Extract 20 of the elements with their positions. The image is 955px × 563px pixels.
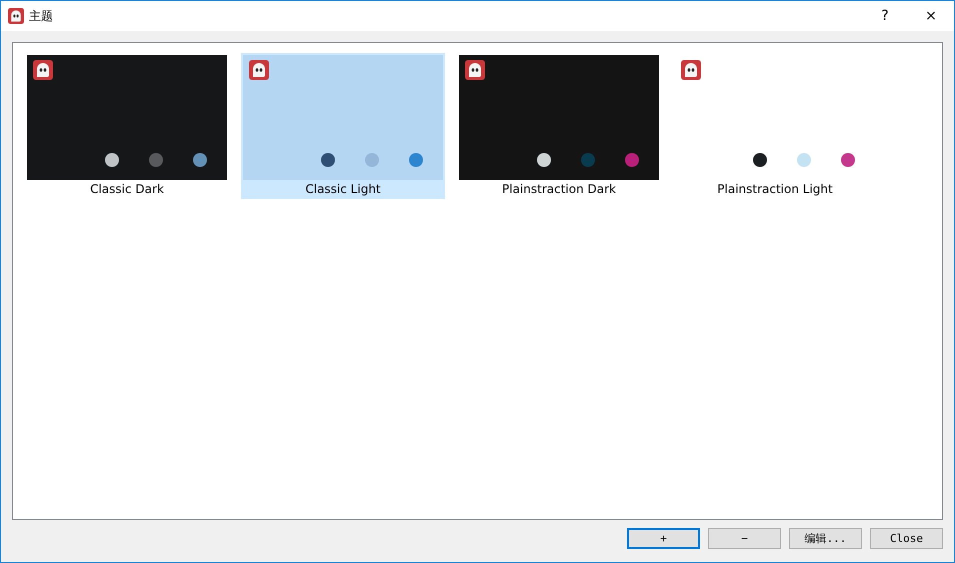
close-button[interactable]: × bbox=[908, 1, 954, 31]
window-title: 主题 bbox=[29, 8, 53, 24]
ghost-icon bbox=[8, 8, 24, 24]
ghost-icon bbox=[33, 60, 53, 80]
theme-item[interactable]: Plainstraction Light bbox=[673, 53, 877, 199]
dialog-button[interactable]: 编辑... bbox=[789, 528, 862, 549]
ghost-icon bbox=[681, 60, 701, 80]
theme-name: Classic Dark bbox=[89, 181, 165, 198]
theme-name: Plainstraction Light bbox=[716, 181, 834, 198]
ghost-icon bbox=[249, 60, 269, 80]
theme-item[interactable]: Classic Dark bbox=[25, 53, 229, 199]
theme-name: Classic Light bbox=[304, 181, 382, 198]
help-button[interactable]: ? bbox=[862, 1, 908, 31]
dialog-button[interactable]: + bbox=[627, 528, 700, 549]
ghost-icon bbox=[465, 60, 485, 80]
dialog-button[interactable]: Close bbox=[870, 528, 943, 549]
theme-item[interactable]: Classic Light bbox=[241, 53, 445, 199]
theme-name: Plainstraction Dark bbox=[501, 181, 617, 198]
dialog-button[interactable]: − bbox=[708, 528, 781, 549]
theme-item[interactable]: Plainstraction Dark bbox=[457, 53, 661, 199]
